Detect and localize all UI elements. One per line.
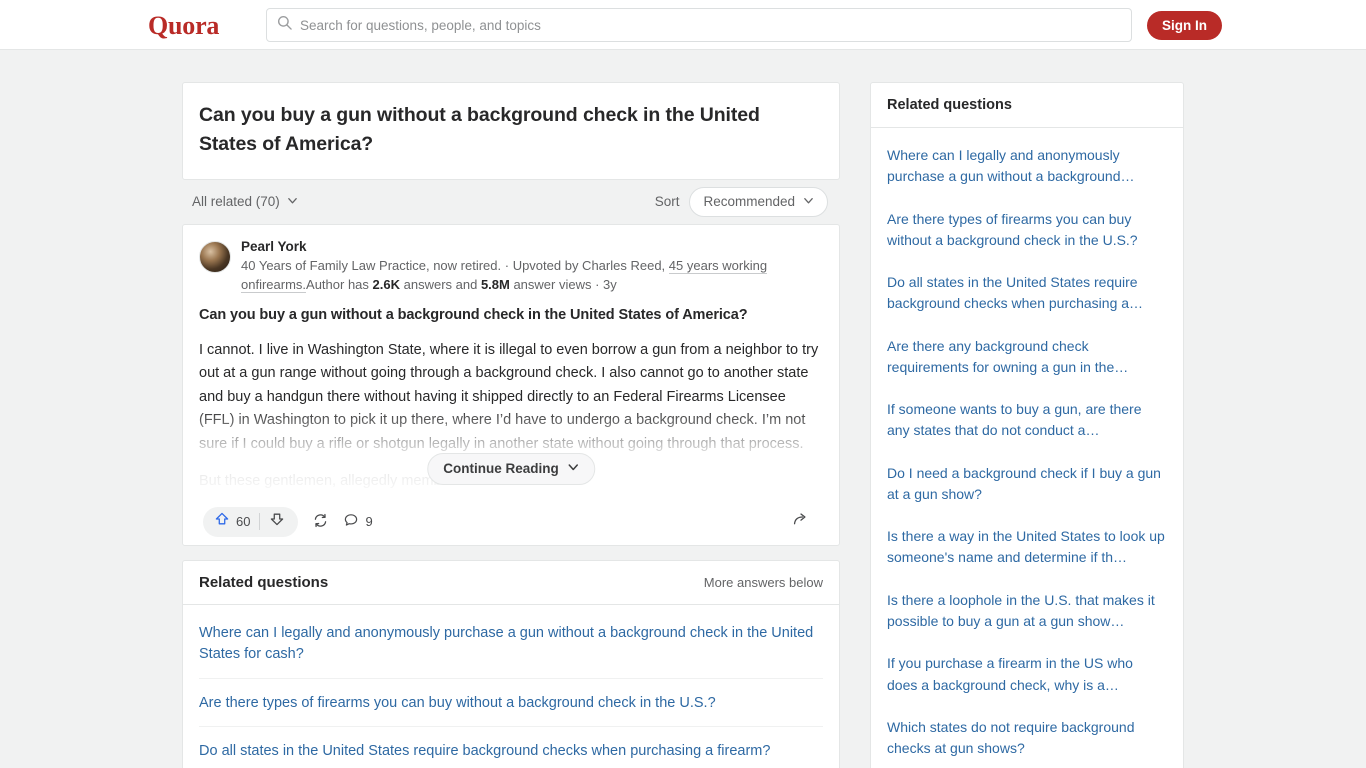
- sidebar-header: Related questions: [871, 83, 1183, 128]
- repost-icon: [312, 512, 329, 532]
- sort-value: Recommended: [703, 194, 795, 210]
- answer-card: Pearl York 40 Years of Family Law Practi…: [182, 223, 840, 546]
- avatar[interactable]: [199, 240, 231, 273]
- comment-bubble-icon: [343, 512, 359, 531]
- time-separator: ·: [591, 277, 604, 293]
- sort-label: Sort: [654, 194, 680, 210]
- credential-separator: ·: [501, 257, 513, 273]
- sidebar-item-7[interactable]: Is there a loophole in the U.S. that mak…: [887, 579, 1167, 643]
- byline-text: Pearl York 40 Years of Family Law Practi…: [241, 239, 823, 295]
- answer-question-heading: Can you buy a gun without a background c…: [199, 306, 748, 323]
- upvote-arrow-icon: [214, 511, 230, 532]
- more-answers-below-link[interactable]: More answers below: [704, 575, 823, 590]
- upvote-button[interactable]: 60: [207, 511, 259, 532]
- downvote-button[interactable]: [260, 511, 294, 532]
- upvoted-by-label: Upvoted by Charles Reed,: [512, 257, 666, 273]
- answer-timestamp: 3y: [603, 277, 617, 293]
- list-item[interactable]: Are there types of firearms you can buy …: [199, 677, 823, 726]
- related-questions-header: Related questions More answers below: [183, 561, 839, 605]
- share-arrow-icon: [792, 511, 809, 533]
- chevron-down-icon: [803, 194, 814, 209]
- upvote-count: 60: [236, 514, 251, 530]
- share-button[interactable]: [792, 511, 809, 533]
- search-icon: [277, 15, 292, 35]
- chevron-down-icon: [567, 458, 579, 480]
- upvoter-credential-line2[interactable]: firearms.: [255, 277, 307, 294]
- main-column: Can you buy a gun without a background c…: [182, 82, 840, 768]
- answer-body: I cannot. I live in Washington State, wh…: [199, 339, 823, 499]
- list-item[interactable]: Where can I legally and anonymously purc…: [199, 609, 823, 678]
- related-questions-list: Where can I legally and anonymously purc…: [183, 605, 839, 768]
- page-body: Can you buy a gun without a background c…: [0, 50, 1366, 768]
- views-word: answer views: [509, 277, 592, 293]
- views-count: 5.8M: [480, 277, 510, 293]
- answers-count: 2.6K: [372, 277, 400, 293]
- sidebar-item-3[interactable]: Are there any background check requireme…: [887, 325, 1167, 389]
- sidebar-item-0[interactable]: Where can I legally and anonymously purc…: [887, 134, 1167, 198]
- answer-paragraph-1: I cannot. I live in Washington State, wh…: [199, 341, 819, 452]
- related-questions-card: Related questions More answers below Whe…: [182, 559, 840, 768]
- sidebar-item-1[interactable]: Are there types of firearms you can buy …: [887, 198, 1167, 262]
- sort-group: Sort Recommended: [654, 186, 828, 217]
- sidebar-item-6[interactable]: Is there a way in the United States to l…: [887, 515, 1167, 579]
- sidebar-item-5[interactable]: Do I need a background check if I buy a …: [887, 452, 1167, 516]
- filter-row: All related (70) Sort Recommended: [182, 180, 840, 224]
- all-related-label: All related (70): [192, 194, 280, 210]
- sign-in-button[interactable]: Sign In: [1147, 11, 1222, 40]
- downvote-arrow-icon: [269, 511, 285, 532]
- author-name[interactable]: Pearl York: [241, 239, 823, 254]
- sidebar-item-4[interactable]: If someone wants to buy a gun, are there…: [887, 388, 1167, 452]
- answers-word: answers and: [400, 277, 481, 293]
- sidebar-item-2[interactable]: Do all states in the United States requi…: [887, 261, 1167, 325]
- chevron-down-icon: [287, 194, 298, 209]
- comment-count: 9: [365, 514, 373, 530]
- sidebar-title: Related questions: [887, 97, 1012, 113]
- related-questions-title: Related questions: [199, 573, 329, 591]
- sidebar-related-questions-card: Related questions Where can I legally an…: [870, 82, 1184, 768]
- repost-button[interactable]: [312, 512, 329, 532]
- author-has-label: Author has: [306, 277, 373, 293]
- sort-dropdown[interactable]: Recommended: [689, 186, 828, 217]
- page-title: Can you buy a gun without a background c…: [199, 104, 760, 155]
- sidebar-item-8[interactable]: If you purchase a firearm in the US who …: [887, 642, 1167, 706]
- sidebar-list: Where can I legally and anonymously purc…: [871, 128, 1183, 768]
- question-card: Can you buy a gun without a background c…: [182, 82, 840, 180]
- search-bar[interactable]: [266, 8, 1132, 42]
- site-header: Quora Sign In: [0, 0, 1366, 50]
- credential-main: 40 Years of Family Law Practice, now ret…: [241, 257, 502, 273]
- continue-reading-button[interactable]: Continue Reading: [427, 452, 595, 485]
- continue-reading-label: Continue Reading: [443, 460, 559, 476]
- author-credential: 40 Years of Family Law Practice, now ret…: [241, 256, 823, 295]
- sidebar-item-9[interactable]: Which states do not require background c…: [887, 706, 1167, 768]
- comment-button[interactable]: 9: [343, 512, 373, 531]
- vote-pill: 60: [203, 506, 299, 537]
- answer-action-bar: 60 9: [199, 499, 823, 545]
- search-input[interactable]: [300, 17, 1121, 33]
- all-related-dropdown[interactable]: All related (70): [192, 194, 298, 209]
- author-byline: Pearl York 40 Years of Family Law Practi…: [199, 239, 823, 295]
- list-item[interactable]: Do all states in the United States requi…: [199, 726, 823, 768]
- sidebar-column: Related questions Where can I legally an…: [870, 82, 1184, 768]
- quora-logo[interactable]: Quora: [148, 11, 219, 41]
